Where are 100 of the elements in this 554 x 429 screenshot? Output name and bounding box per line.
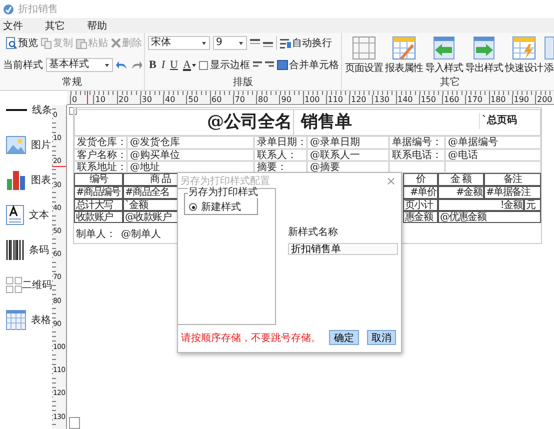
ruler-number: 30 [140,95,152,104]
table-icon [6,310,26,330]
ruler-number: 40 [163,95,176,104]
window-title: 折扣销售 [18,2,58,16]
format-button[interactable]: B [148,59,158,71]
ribbon-button[interactable]: 页面设置 [344,36,384,75]
table-cell: 页小计 [403,199,438,211]
warning-text: 请按顺序存储，不要跳号存储。 [181,332,321,345]
ribbon-button[interactable]: 导入样式 [424,36,464,75]
style-dropdown[interactable]: 基本样式 [46,58,114,72]
report-text: 制单人： [76,228,117,241]
table-cell: 联系人： [254,149,307,161]
dialog-button[interactable]: 确定 [329,330,358,346]
style-name-field[interactable]: 折扣销售单 [288,243,398,256]
toolbox-item[interactable]: 线条 [0,99,52,121]
report-title: 销售单 [293,110,353,135]
page-grid-icon [352,36,376,60]
align-middle-icon[interactable] [263,39,273,47]
table-cell: @单据编号 [445,136,541,149]
paste-icon [76,38,87,48]
ruler-number: 160 [442,95,460,104]
table-cell: @录单日期 [307,136,389,149]
ribbon-button[interactable]: 添 [544,36,554,75]
group-label: 常规 [62,76,82,89]
checkbox[interactable] [198,60,208,70]
menu-item[interactable]: 文件 [3,18,23,32]
table-cell: #单价 [403,186,438,199]
ruler-number: 90 [279,95,292,104]
align-left-icon[interactable] [252,61,262,69]
add-icon [544,36,554,60]
format-button[interactable]: I [160,59,166,71]
table-cell: 总计大写 [74,199,123,211]
group-label: 排版 [233,76,253,89]
align-right-icon[interactable] [264,61,274,69]
ribbon-button[interactable]: 快速设计 [504,36,544,75]
table-cell: @电话 [445,149,541,161]
report-text: @制单人 [121,228,162,241]
table-cell: @购买单位 [127,149,254,161]
table-cell: 编号 [74,173,123,186]
ruler-number: 70 [232,95,245,104]
ruler-number: 20 [116,95,129,104]
ruler-number: 190 [512,95,530,104]
ruler-number: 120 [349,95,366,104]
ruler-number: 110 [326,95,344,104]
toolbox-item[interactable]: 条码 [0,239,52,261]
radio-button[interactable] [189,203,197,212]
ruler-number: 180 [488,95,506,104]
ruler-number: 200 [535,95,552,104]
table-cell: 价 [403,173,438,186]
toolbox-item[interactable]: 图片 [0,134,52,156]
toolbox-item[interactable]: 图表 [0,169,52,191]
table-cell: 单据编号： [389,136,445,149]
align-top-icon[interactable] [250,39,260,47]
wrap-icon [280,38,291,48]
menu-item[interactable]: 帮助 [87,18,107,32]
ribbon-button[interactable]: 导出样式 [464,36,504,75]
ruler-number: 0 [70,95,78,104]
table-pencil-icon [392,36,416,60]
table-cell: 联系电话： [389,149,445,161]
ribbon-button[interactable]: 报表属性 [384,36,424,75]
ruler-number: 130 [372,95,390,104]
table-cell: @联系人一 [307,149,389,161]
font-dropdown[interactable]: 宋体 [148,36,210,50]
merge-icon [276,60,288,70]
ruler-number: 140 [396,95,413,104]
ruler-number: 150 [418,95,436,104]
app-icon [3,4,14,14]
line-icon [6,108,27,112]
redo-icon[interactable] [130,60,142,70]
toolbox-item[interactable]: 文本 [0,204,52,226]
delete-icon [111,38,121,48]
ruler-marker [52,166,66,167]
undo-icon[interactable] [116,60,128,70]
toolbox-item[interactable]: 二维码 [0,274,52,296]
text-icon [6,205,24,225]
format-button[interactable]: A [182,59,192,71]
table-lightning-icon [512,36,536,60]
report-title: @公司全名 [206,111,293,134]
table-cell: 联系地址： [74,161,127,173]
format-button[interactable]: U [169,59,179,71]
checkbox-label: 显示边框 [210,58,250,72]
caret-icon[interactable] [192,64,196,69]
bar-chart-icon [6,170,26,190]
ruler-number: 80 [256,95,268,104]
merge-cells-button[interactable]: 合并单元格 [276,58,339,72]
dialog-button[interactable]: 取消 [366,330,396,346]
group-label: 其它 [440,76,460,89]
table-cell: 元 [524,199,541,211]
menu-item[interactable]: 其它 [45,18,65,32]
ruler-number: 100 [302,95,320,104]
dialog-title: 另存为打印样式配置 [180,174,270,187]
picture-icon [6,136,26,154]
wrap-text-button[interactable]: 自动换行 [280,36,332,50]
toolbar-button[interactable]: 预览 [6,36,38,50]
ruler-marker [87,91,88,104]
barcode-icon [6,240,24,260]
size-dropdown[interactable]: 9 [213,36,247,50]
table-cell: 录单日期： [254,136,307,149]
toolbox-item[interactable]: 表格 [0,309,52,331]
group-box-title: 另存为打印样式 [188,188,258,198]
